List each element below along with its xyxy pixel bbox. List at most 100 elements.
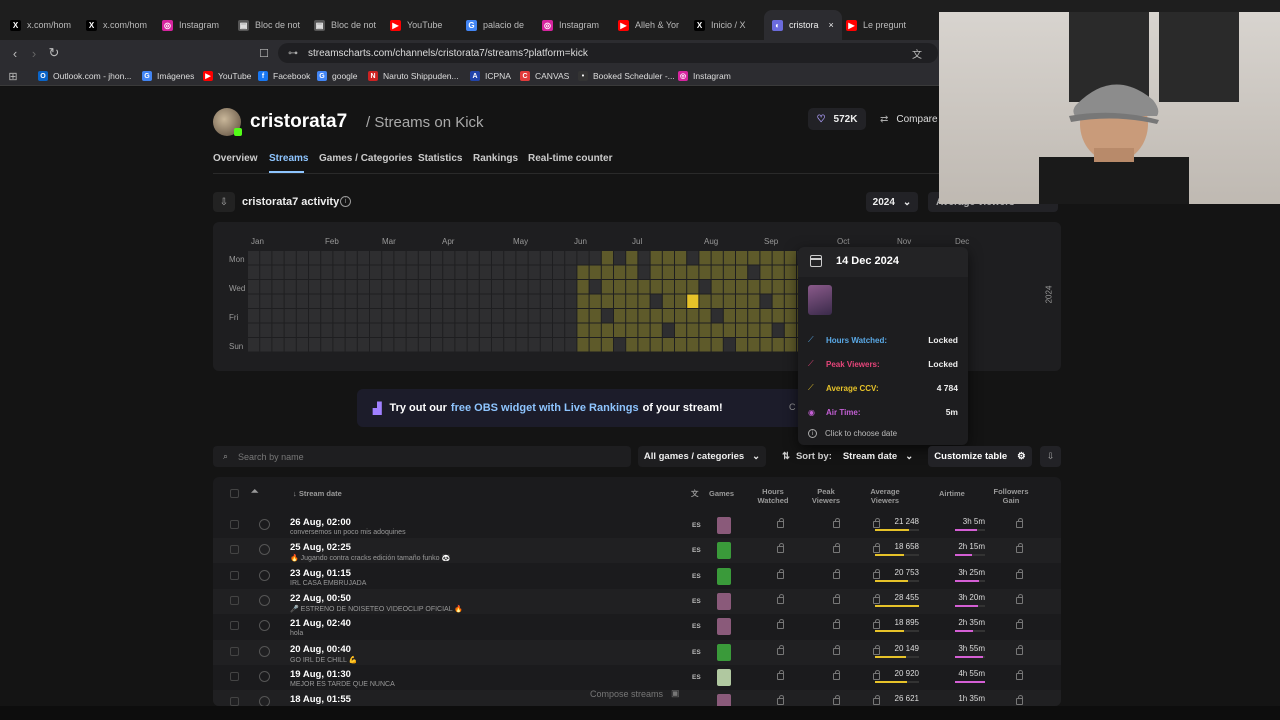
heatmap-cell[interactable] <box>687 294 699 309</box>
year-select[interactable]: 2024 ⌄ <box>866 192 918 212</box>
heatmap-cell[interactable] <box>589 294 601 309</box>
table-row[interactable]: 20 Aug, 00:40 GO IRL DE CHILL 💪 ES 20 149 3h… <box>213 639 1061 665</box>
heatmap-cell[interactable] <box>370 294 382 309</box>
followers-button[interactable]: ♡ 572K <box>808 108 866 130</box>
heatmap-cell[interactable] <box>650 309 662 323</box>
heatmap-cell[interactable] <box>662 280 674 294</box>
heatmap-cell[interactable] <box>540 265 552 280</box>
heatmap-cell[interactable] <box>492 265 504 280</box>
heatmap-cell[interactable] <box>650 251 662 265</box>
heatmap-cell[interactable] <box>321 309 333 323</box>
heatmap-cell[interactable] <box>772 338 784 352</box>
heatmap-cell[interactable] <box>382 338 394 352</box>
heatmap-cell[interactable] <box>565 280 577 294</box>
tab-rankings[interactable]: Rankings <box>473 153 518 164</box>
browser-tab[interactable]: Xx.com/hom <box>86 10 156 40</box>
row-checkbox[interactable] <box>230 570 239 580</box>
heatmap-cell[interactable] <box>431 294 443 309</box>
heatmap-cell[interactable] <box>284 251 296 265</box>
export-icon[interactable]: ⇩ <box>1040 446 1061 467</box>
heatmap-cell[interactable] <box>309 323 321 338</box>
stream-date[interactable]: 22 Aug, 00:50 <box>290 593 351 604</box>
heatmap-cell[interactable] <box>748 294 760 309</box>
heatmap-cell[interactable] <box>309 309 321 323</box>
heatmap-cell[interactable] <box>357 265 369 280</box>
heatmap-cell[interactable] <box>699 294 711 309</box>
heatmap-cell[interactable] <box>333 265 345 280</box>
translate-icon[interactable]: 文 <box>691 489 699 498</box>
heatmap-cell[interactable] <box>260 338 272 352</box>
browser-tab[interactable]: ▶ Le pregunt <box>846 10 916 40</box>
heatmap-cell[interactable] <box>333 280 345 294</box>
address-bar[interactable]: ⊶ streamscharts.com/channels/cristorata7… <box>278 43 938 63</box>
heatmap-cell[interactable] <box>711 265 723 280</box>
heatmap-cell[interactable] <box>650 280 662 294</box>
browser-tab[interactable]: ◎ Instagram <box>542 10 612 40</box>
heatmap-cell[interactable] <box>309 294 321 309</box>
heatmap-cell[interactable] <box>248 309 260 323</box>
bookmark-item[interactable]: O Outlook.com - jhon... <box>38 69 131 83</box>
heatmap-cell[interactable] <box>467 309 479 323</box>
heatmap-cell[interactable] <box>394 323 406 338</box>
banner-close-button[interactable]: C <box>789 402 796 412</box>
heatmap-cell[interactable] <box>528 280 540 294</box>
heatmap-cell[interactable] <box>406 309 418 323</box>
table-row[interactable]: 25 Aug, 02:25 🔥 Jugando contra cracks edi… <box>213 538 1061 564</box>
heatmap-cell[interactable] <box>675 338 687 352</box>
heatmap-cell[interactable] <box>321 265 333 280</box>
heatmap-cell[interactable] <box>296 265 308 280</box>
heatmap-cell[interactable] <box>504 309 516 323</box>
heatmap-cell[interactable] <box>540 338 552 352</box>
heatmap-cell[interactable] <box>479 338 491 352</box>
heatmap-cell[interactable] <box>784 338 796 352</box>
heatmap-cell[interactable] <box>528 294 540 309</box>
heatmap-cell[interactable] <box>370 338 382 352</box>
heatmap-cell[interactable] <box>614 309 626 323</box>
heatmap-cell[interactable] <box>492 294 504 309</box>
heatmap-cell[interactable] <box>577 338 589 352</box>
heatmap-cell[interactable] <box>772 251 784 265</box>
play-icon[interactable] <box>259 519 270 530</box>
heatmap-cell[interactable] <box>662 251 674 265</box>
heatmap-cell[interactable] <box>687 251 699 265</box>
heatmap-cell[interactable] <box>370 280 382 294</box>
heatmap-cell[interactable] <box>272 323 284 338</box>
heatmap-cell[interactable] <box>455 323 467 338</box>
heatmap-cell[interactable] <box>589 251 601 265</box>
heatmap-cell[interactable] <box>479 280 491 294</box>
heatmap-cell[interactable] <box>272 294 284 309</box>
heatmap-cell[interactable] <box>565 309 577 323</box>
heatmap-cell[interactable] <box>723 294 735 309</box>
heatmap-cell[interactable] <box>418 251 430 265</box>
heatmap-cell[interactable] <box>333 338 345 352</box>
heatmap-cell[interactable] <box>565 323 577 338</box>
table-row[interactable]: 19 Aug, 01:30 MEJOR ES TARDE QUE NUNCA ES 2… <box>213 665 1061 690</box>
heatmap-cell[interactable] <box>723 280 735 294</box>
heatmap-cell[interactable] <box>492 280 504 294</box>
heatmap-cell[interactable] <box>345 280 357 294</box>
heatmap-cell[interactable] <box>601 338 613 352</box>
heatmap-cell[interactable] <box>675 251 687 265</box>
heatmap-cell[interactable] <box>528 338 540 352</box>
heatmap-cell[interactable] <box>528 323 540 338</box>
heatmap-cell[interactable] <box>760 294 772 309</box>
heatmap-cell[interactable] <box>540 251 552 265</box>
stream-date[interactable]: 18 Aug, 01:55 <box>290 694 351 705</box>
header-hours-watched[interactable]: Hours Watched <box>753 487 793 505</box>
heatmap-cell[interactable] <box>406 265 418 280</box>
heatmap-cell[interactable] <box>479 251 491 265</box>
heatmap-cell[interactable] <box>370 309 382 323</box>
heatmap-cell[interactable] <box>699 265 711 280</box>
heatmap-cell[interactable] <box>736 309 748 323</box>
heatmap-cell[interactable] <box>248 323 260 338</box>
heatmap-cell[interactable] <box>284 338 296 352</box>
bookmark-item[interactable]: G Imágenes <box>142 69 194 83</box>
heatmap-cell[interactable] <box>345 323 357 338</box>
heatmap-cell[interactable] <box>382 323 394 338</box>
heatmap-cell[interactable] <box>577 280 589 294</box>
table-row[interactable]: 23 Aug, 01:15 IRL CASA EMBRUJADA ES 20 753 3… <box>213 564 1061 589</box>
heatmap-cell[interactable] <box>565 251 577 265</box>
heatmap-cell[interactable] <box>431 309 443 323</box>
heatmap-cell[interactable] <box>370 265 382 280</box>
heatmap-cell[interactable] <box>345 265 357 280</box>
